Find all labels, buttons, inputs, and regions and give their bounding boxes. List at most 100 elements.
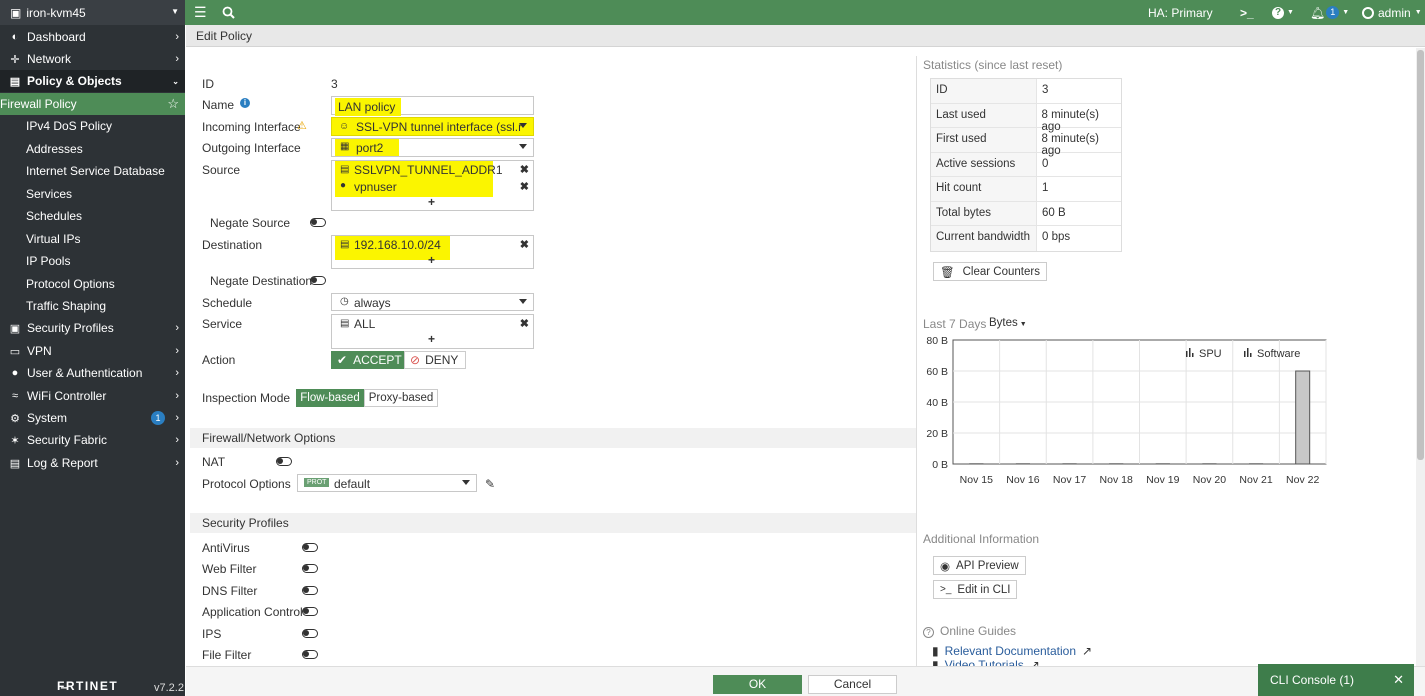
sidebar-item-traffic-shaping[interactable]: Traffic Shaping: [0, 295, 185, 317]
cli-icon[interactable]: >_: [1240, 0, 1254, 25]
search-icon[interactable]: [222, 0, 235, 25]
close-icon[interactable]: ✕: [1393, 672, 1404, 688]
help-icon[interactable]: ? ▼: [1272, 0, 1294, 25]
sidebar-item-policy-objects[interactable]: ▤ Policy & Objects ⌄: [0, 70, 185, 92]
external-link-icon: ↗: [1082, 644, 1093, 658]
device-selector[interactable]: ▣ iron-kvm45 ▼: [0, 0, 185, 25]
sidebar-item-user-auth[interactable]: ● User & Authentication ›: [0, 362, 185, 384]
notifications-button[interactable]: 🔔︎ 1 ▼: [1310, 0, 1349, 25]
destination-list[interactable]: ▤ 192.168.10.0/24 ✖ +: [331, 235, 534, 269]
relevant-documentation-link[interactable]: ▮ Relevant Documentation ↗: [932, 644, 1092, 658]
remove-icon[interactable]: ✖: [520, 238, 529, 251]
edit-in-cli-button[interactable]: >_ Edit in CLI: [933, 580, 1018, 599]
firewall-network-section: Firewall/Network Options: [190, 428, 916, 448]
negate-destination-toggle[interactable]: [310, 276, 326, 285]
ok-button[interactable]: OK: [713, 675, 802, 694]
file-filter-label: File Filter: [202, 648, 252, 662]
add-service-icon[interactable]: +: [428, 332, 435, 346]
star-icon[interactable]: ☆: [167, 96, 179, 112]
name-input[interactable]: LAN policy: [331, 96, 534, 116]
schedule-select[interactable]: ◷ always: [331, 293, 534, 311]
sidebar-item-system[interactable]: ⚙︎ System 1 ›: [0, 407, 185, 429]
outgoing-interface-select[interactable]: ▦ port2: [331, 138, 534, 157]
metric-select[interactable]: Bytes ▼: [989, 317, 1027, 329]
scrollbar[interactable]: [1416, 48, 1425, 666]
app: ▣ iron-kvm45 ▼ ☰ HA: Primary >_ ? ▼ 🔔︎ 1…: [0, 0, 1425, 696]
bell-icon: 🔔︎: [1310, 5, 1326, 20]
sidebar-item-vpn[interactable]: ▭ VPN ›: [0, 340, 185, 362]
protocol-options-label: Protocol Options: [202, 477, 291, 491]
api-preview-button[interactable]: ◉ API Preview: [933, 556, 1026, 575]
table-row: Hit count 1: [931, 177, 1121, 202]
remove-icon[interactable]: ✖: [520, 163, 529, 176]
warning-icon: ⚠︎: [297, 120, 307, 132]
deny-button[interactable]: ⊘ DENY: [404, 351, 466, 369]
action-label: Action: [202, 353, 236, 367]
info-panel: Statistics (since last reset) ID 3 Last u…: [918, 48, 1418, 672]
bar-software: [1155, 463, 1170, 464]
y-tick-label: 0 B: [932, 459, 948, 471]
sidebar-item-security-fabric[interactable]: ✶ Security Fabric ›: [0, 429, 185, 451]
bar-software: [1109, 463, 1124, 464]
page-title: Edit Policy: [196, 28, 253, 43]
trash-icon: 🗑︎: [940, 266, 955, 279]
ips-label: IPS: [202, 627, 222, 641]
x-tick-label: Nov 18: [1100, 474, 1133, 486]
chevron-right-icon: ›: [175, 53, 179, 65]
negate-source-toggle[interactable]: [310, 218, 326, 227]
sidebar-item-firewall-policy[interactable]: Firewall Policy ☆: [0, 93, 185, 115]
sidebar-item-dashboard[interactable]: ◐ Dashboard ›: [0, 26, 185, 48]
sidebar-item-services[interactable]: Services: [0, 183, 185, 205]
page-header: Edit Policy: [186, 25, 1425, 47]
x-tick-label: Nov 21: [1239, 474, 1272, 486]
ips-toggle[interactable]: [302, 629, 318, 638]
antivirus-toggle[interactable]: [302, 543, 318, 552]
sidebar-item-ip-pools[interactable]: IP Pools: [0, 250, 185, 272]
add-destination-icon[interactable]: +: [428, 253, 435, 267]
sidebar-item-network[interactable]: ✛ Network ›: [0, 48, 185, 70]
user-name: admin: [1378, 5, 1411, 20]
id-value: 3: [331, 77, 338, 91]
chart-title: Last 7 Days: [923, 317, 987, 331]
sidebar-item-isdb[interactable]: Internet Service Database: [0, 160, 185, 182]
service-list[interactable]: ▤ ALL ✖ +: [331, 314, 534, 349]
add-source-icon[interactable]: +: [428, 195, 435, 209]
clear-counters-button[interactable]: 🗑︎ Clear Counters: [933, 262, 1047, 281]
nat-toggle[interactable]: [276, 457, 292, 466]
sidebar-item-protocol-options[interactable]: Protocol Options: [0, 273, 185, 295]
menu-icon[interactable]: ☰: [194, 0, 207, 25]
source-list[interactable]: ▤ SSLVPN_TUNNEL_ADDR1 ✖ ● vpnuser ✖ +: [331, 160, 534, 211]
source-item: SSLVPN_TUNNEL_ADDR1: [354, 163, 503, 177]
sidebar-item-log-report[interactable]: ▤ Log & Report ›: [0, 452, 185, 474]
legend-icon: [1186, 351, 1188, 357]
user-menu[interactable]: admin ▼: [1362, 0, 1422, 25]
cli-console-tab[interactable]: CLI Console (1) ✕: [1258, 664, 1414, 696]
accept-button[interactable]: ✔ ACCEPT: [331, 351, 404, 369]
scrollbar-thumb[interactable]: [1417, 50, 1424, 460]
chart-icon: ▤: [9, 457, 21, 470]
sidebar-item-addresses[interactable]: Addresses: [0, 138, 185, 160]
dashboard-icon: ◐: [11, 31, 19, 43]
sidebar-item-wifi[interactable]: ≈ WiFi Controller ›: [0, 385, 185, 407]
sidebar-item-ipv4-dos[interactable]: IPv4 DoS Policy: [0, 115, 185, 137]
application-control-toggle[interactable]: [302, 607, 318, 616]
sidebar-item-security-profiles[interactable]: ▣ Security Profiles ›: [0, 317, 185, 339]
help-circle-icon: ?: [923, 627, 934, 638]
incoming-interface-select[interactable]: ☺ SSL-VPN tunnel interface (ssl.roo: [331, 117, 534, 136]
bar-software: [1062, 463, 1077, 464]
web-filter-toggle[interactable]: [302, 564, 318, 573]
remove-icon[interactable]: ✖: [520, 180, 529, 193]
fabric-icon: ✶: [10, 434, 20, 447]
cancel-button[interactable]: Cancel: [808, 675, 897, 694]
flow-based-button[interactable]: Flow-based: [296, 389, 364, 407]
edit-pencil-icon[interactable]: ✎: [485, 477, 495, 491]
sidebar-item-schedules[interactable]: Schedules: [0, 205, 185, 227]
remove-icon[interactable]: ✖: [520, 317, 529, 330]
dns-filter-toggle[interactable]: [302, 586, 318, 595]
file-filter-toggle[interactable]: [302, 650, 318, 659]
sidebar-item-virtual-ips[interactable]: Virtual IPs: [0, 228, 185, 250]
protocol-options-select[interactable]: PROT default: [297, 474, 477, 492]
ha-status[interactable]: HA: Primary: [1148, 0, 1213, 25]
proxy-based-button[interactable]: Proxy-based: [364, 389, 438, 407]
info-icon[interactable]: i: [240, 98, 250, 108]
